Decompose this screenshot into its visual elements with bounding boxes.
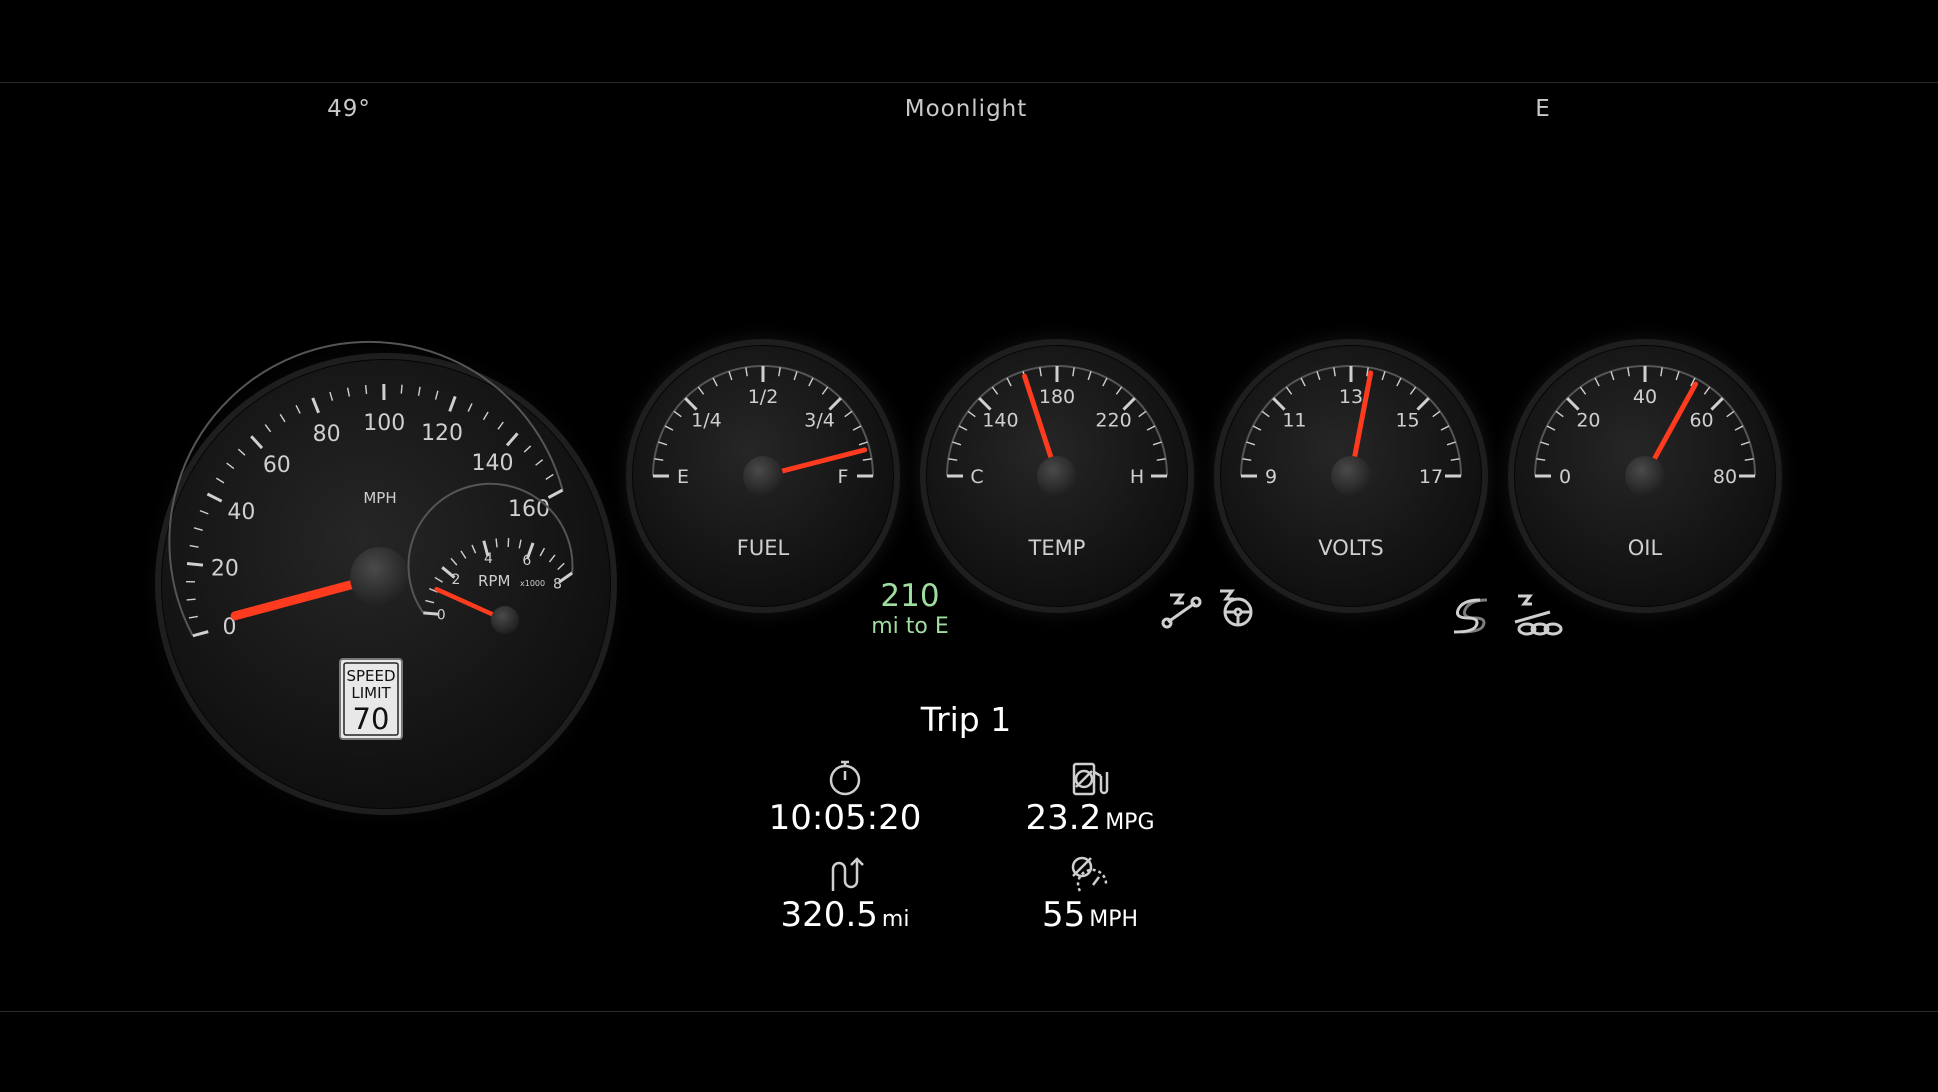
- trip-elapsed-time: 10:05:20: [725, 758, 965, 838]
- volts-gauge-tick-label: 9: [1265, 466, 1277, 488]
- volts-gauge-hub: [1331, 456, 1371, 496]
- speedometer-tick-label: 120: [421, 421, 463, 446]
- trip-fuel-economy: 23.2 MPG: [970, 758, 1210, 838]
- temp-gauge-label: TEMP: [1028, 536, 1086, 560]
- elapsed-time-value: 10:05:20: [768, 798, 922, 838]
- fuel-economy-icon: [1072, 762, 1109, 796]
- oil-gauge-tick-label: 40: [1633, 386, 1657, 408]
- volts-gauge-label: VOLTS: [1318, 536, 1384, 560]
- speedometer-tick-label: 80: [313, 422, 341, 447]
- oil-gauge-label: OIL: [1628, 536, 1663, 560]
- sport-suspension-icon: [1161, 593, 1202, 629]
- volts-gauge-tick-label: 11: [1282, 409, 1306, 431]
- tachometer-tick-label: 8: [553, 576, 562, 592]
- average-speed-unit: MPH: [1089, 907, 1139, 932]
- tachometer-tick-label: 2: [452, 572, 461, 588]
- tachometer-hub: [491, 606, 519, 634]
- average-speed-value: 55: [1041, 895, 1086, 935]
- speedometer-tick-label: 60: [263, 453, 291, 478]
- average-speed-icon: [1071, 856, 1108, 892]
- temp-gauge-tick-label: H: [1130, 466, 1144, 488]
- oil-gauge-tick-label: 60: [1689, 409, 1713, 431]
- fuel-economy-unit: MPG: [1105, 810, 1155, 835]
- sport-steering-icon: [1220, 589, 1253, 627]
- speedometer-tick-label: 100: [363, 411, 405, 436]
- tachometer-unit: x1000: [520, 579, 545, 588]
- temp-gauge-tick-label: 220: [1095, 409, 1131, 431]
- oil-gauge: 0 20 40 60 80 OIL: [1489, 320, 1801, 632]
- instrument-cluster: 0 20 40 60 80 100 120 140 160 MPH 0 2 4 6 8 RPM x1000 E 1…: [136, 320, 1801, 834]
- distance-unit: mi: [881, 907, 910, 932]
- speedometer-tick: [186, 598, 196, 601]
- fuel-gauge-hub: [743, 456, 783, 496]
- volts-gauge-tick-label: 13: [1339, 386, 1363, 408]
- speedometer-tick: [186, 562, 204, 567]
- tachometer-tick-label: 6: [522, 553, 531, 569]
- fuel-gauge-tick-label: F: [838, 466, 849, 488]
- temp-gauge-tick-label: C: [970, 466, 983, 488]
- speedometer-tick-label: 40: [227, 500, 255, 525]
- trip-average-speed: 55 MPH: [970, 855, 1210, 935]
- tachometer-tick-label: 0: [437, 607, 446, 623]
- speedometer-tick-label: 20: [211, 556, 239, 581]
- route-distance-icon: [831, 857, 864, 891]
- temp-gauge-tick-label: 180: [1039, 386, 1075, 408]
- tachometer-tick-label: 4: [484, 551, 493, 567]
- speedometer-tick-label: 140: [472, 451, 514, 476]
- oil-gauge-tick-label: 80: [1713, 466, 1737, 488]
- range-unit: mi to E: [871, 614, 949, 639]
- temp-gauge-hub: [1037, 456, 1077, 496]
- volts-gauge-tick-label: 17: [1419, 466, 1443, 488]
- speedometer-tick-label: 160: [508, 497, 550, 522]
- oil-gauge-hub: [1625, 456, 1665, 496]
- speedometer-hub: [350, 547, 410, 607]
- trip-distance: 320.5 mi: [725, 855, 965, 935]
- fuel-gauge-label: FUEL: [737, 536, 790, 560]
- speedometer-tick: [364, 384, 368, 395]
- fuel-gauge-tick-label: 3/4: [804, 409, 835, 431]
- tachometer-label: RPM: [478, 572, 510, 590]
- speedometer-unit-label: MPH: [363, 489, 396, 507]
- fuel-gauge-tick-label: 1/4: [691, 409, 722, 431]
- distance-value: 320.5: [780, 895, 878, 935]
- fuel-gauge-tick-label: E: [677, 466, 689, 488]
- stopwatch-icon: [829, 760, 861, 796]
- volts-gauge: 9 11 13 15 17 VOLTS: [1195, 320, 1507, 632]
- sport-mode-icon: [1453, 598, 1488, 634]
- volts-gauge-tick-label: 15: [1395, 409, 1419, 431]
- tachometer-tick: [495, 538, 498, 548]
- trip-title: Trip 1: [920, 700, 1012, 739]
- speedometer-tick: [400, 384, 403, 394]
- temp-gauge-tick-label: 140: [982, 409, 1018, 431]
- speed-limit-line1: SPEED: [346, 667, 395, 685]
- fuel-economy-value: 23.2: [1025, 798, 1102, 838]
- speed-limit-line2: LIMIT: [351, 684, 391, 702]
- oil-gauge-tick-label: 0: [1559, 466, 1571, 488]
- range-value: 210: [880, 578, 940, 614]
- speed-limit-sign: SPEED LIMIT 70: [339, 658, 403, 740]
- speed-limit-value: 70: [353, 702, 390, 736]
- oil-gauge-tick-label: 20: [1576, 409, 1600, 431]
- fuel-gauge-tick-label: 1/2: [748, 386, 779, 408]
